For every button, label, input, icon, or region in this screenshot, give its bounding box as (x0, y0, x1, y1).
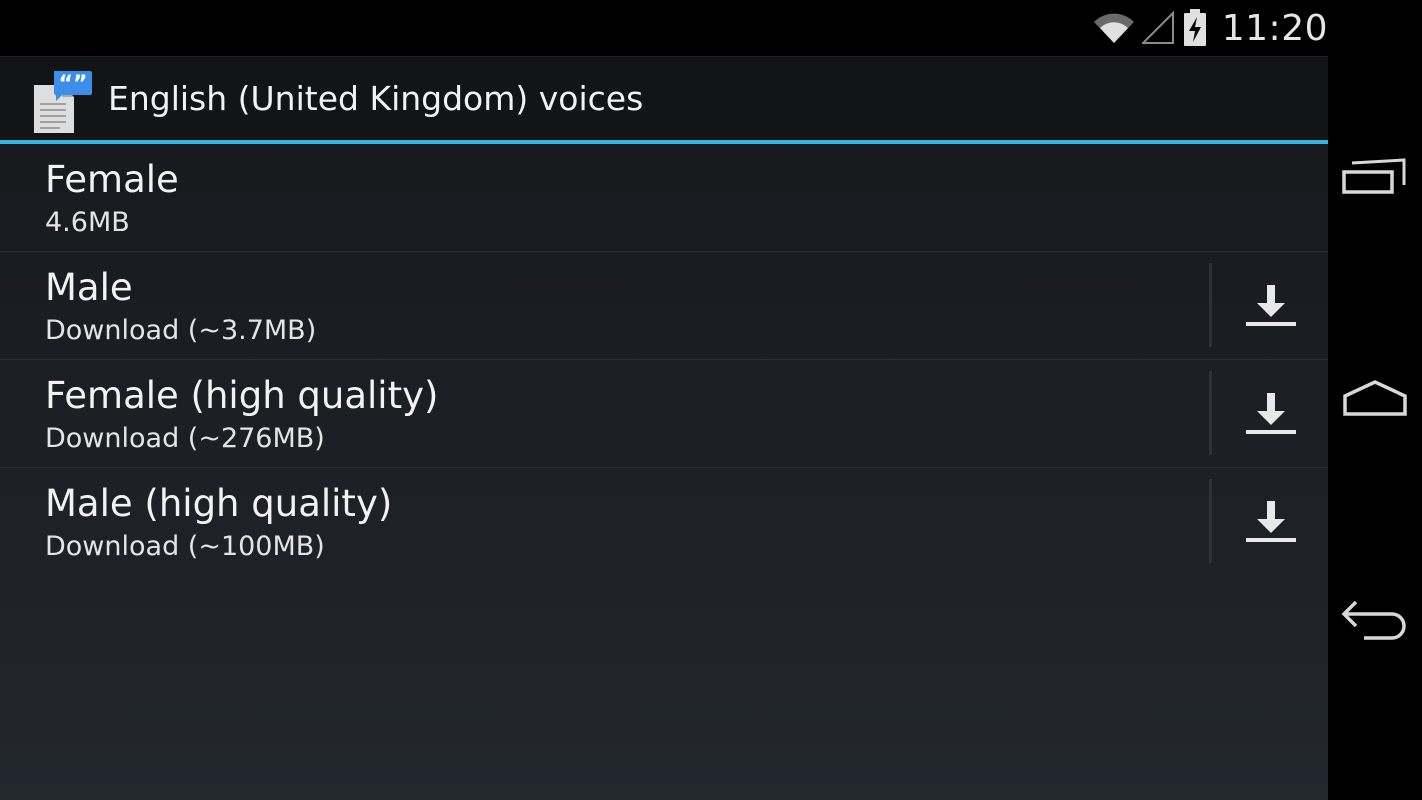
status-icons: 11:20 (1092, 0, 1328, 56)
download-button[interactable] (1213, 468, 1328, 575)
status-bar: 11:20 (0, 0, 1328, 56)
recent-apps-icon (1342, 158, 1406, 194)
voice-name: Female (high quality) (45, 374, 439, 417)
vertical-divider (1209, 263, 1212, 347)
recent-apps-button[interactable] (1328, 133, 1422, 223)
list-item-voice-male-hq[interactable]: Male (high quality) Download (~100MB) (0, 468, 1328, 575)
page-title: English (United Kingdom) voices (108, 79, 644, 118)
download-button[interactable] (1213, 360, 1328, 467)
list-item-voice-male[interactable]: Male Download (~3.7MB) (0, 252, 1328, 360)
back-button[interactable] (1328, 575, 1422, 665)
download-icon (1245, 284, 1296, 326)
navigation-bar (1328, 0, 1422, 800)
list-item-voice-female[interactable]: Female 4.6MB (0, 144, 1328, 252)
voice-name: Female (45, 158, 179, 201)
voice-name: Male (high quality) (45, 482, 393, 525)
voice-download-size: Download (~100MB) (45, 531, 325, 562)
voice-name: Male (45, 266, 133, 309)
action-bar: “” English (United Kingdom) voices (0, 56, 1328, 141)
home-button[interactable] (1328, 353, 1422, 443)
download-button[interactable] (1213, 252, 1328, 359)
back-icon (1341, 600, 1406, 640)
status-clock: 11:20 (1221, 7, 1328, 49)
battery-charging-icon (1183, 9, 1206, 46)
wifi-icon (1093, 13, 1134, 43)
list-item-voice-female-hq[interactable]: Female (high quality) Download (~276MB) (0, 360, 1328, 468)
voice-download-size: Download (~3.7MB) (45, 315, 317, 346)
download-icon (1245, 500, 1296, 542)
tts-voice-icon[interactable]: “” (32, 69, 94, 135)
voice-size: 4.6MB (45, 207, 130, 238)
svg-text:“”: “” (59, 72, 88, 97)
cell-signal-icon (1141, 11, 1174, 44)
download-icon (1245, 392, 1296, 434)
voice-list: Female 4.6MB Male Download (~3.7MB) Fema… (0, 144, 1328, 575)
vertical-divider (1209, 371, 1212, 455)
vertical-divider (1209, 479, 1212, 563)
screen: 11:20 “” English (United Kingdom) voices… (0, 0, 1328, 800)
home-icon (1343, 380, 1407, 416)
voice-download-size: Download (~276MB) (45, 423, 325, 454)
